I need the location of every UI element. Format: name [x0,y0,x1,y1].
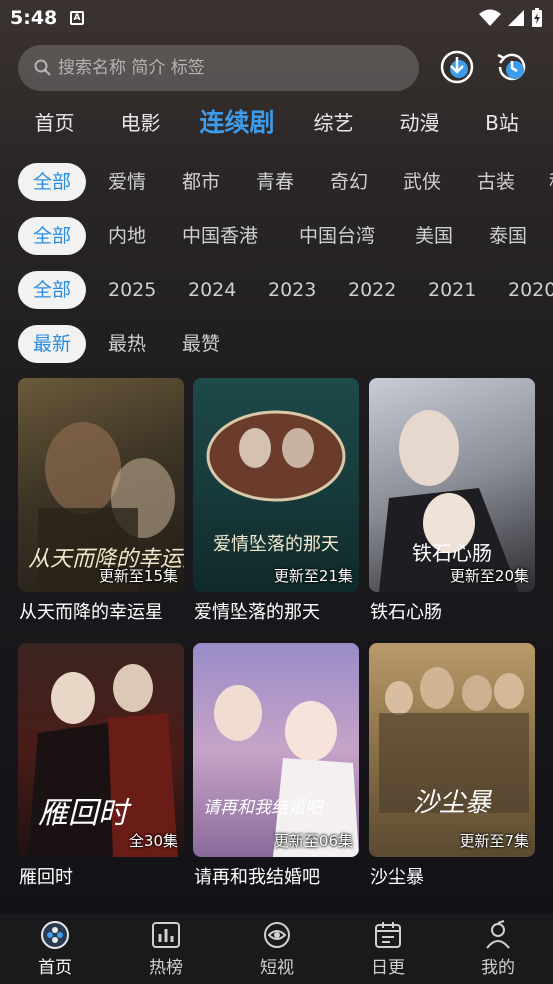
status-time: 5:48 [10,7,58,29]
tab-anime[interactable]: 动漫 [397,100,442,146]
series-title: 铁石心肠 [370,602,442,623]
nav-label: 日更 [371,958,405,978]
series-title: 爱情坠落的那天 [194,602,320,623]
home-icon [41,921,69,949]
poster-art: 请再和我结婚吧 [203,685,359,857]
tab-variety[interactable]: 综艺 [311,100,356,146]
series-title: 沙尘暴 [370,867,424,888]
poster-image[interactable]: 从天而降的幸运星 更新至15集 [18,378,184,592]
year-chip[interactable]: 2024 [188,271,236,309]
episode-badge: 更新至15集 [98,567,178,585]
year-chip-all[interactable]: 全部 [18,271,87,309]
nav-home[interactable]: 首页 [20,920,90,978]
region-chip[interactable]: 中国香港 [182,217,258,255]
series-card[interactable]: 从天而降的幸运星 更新至15集 从天而降的幸运星 [18,378,184,623]
notification-a-icon: A [70,11,84,25]
nav-label: 短视 [260,958,294,978]
region-chip[interactable]: 内地 [108,217,146,255]
search-icon [34,59,51,76]
region-filter-row: 全部 内地 中国香港 中国台湾 美国 泰国 [0,217,553,255]
episode-badge: 更新至7集 [459,832,529,850]
nav-label: 我的 [481,958,515,978]
nav-hot-chart[interactable]: 热榜 [131,920,201,978]
download-icon[interactable] [439,49,475,85]
poster-title-text: 雁回时 [38,796,132,831]
nav-label: 热榜 [149,958,183,978]
series-card[interactable]: 雁回时 全30集 雁回时 [18,643,184,888]
search-input[interactable] [58,58,398,78]
tab-bilibili[interactable]: B站 [482,100,522,146]
series-title: 请再和我结婚吧 [194,867,320,888]
genre-chip[interactable]: 武侠 [403,163,441,201]
genre-chip[interactable]: 青春 [256,163,294,201]
calendar-icon [375,922,401,948]
episode-badge: 更新至21集 [273,567,353,585]
poster-art: 爱情坠落的那天 [206,410,346,555]
poster-image[interactable]: 雁回时 全30集 [18,643,184,857]
history-icon[interactable] [494,49,530,85]
episode-badge: 更新至06集 [273,832,353,850]
battery-icon [532,8,542,27]
wifi-icon [479,9,501,26]
episode-badge: 更新至20集 [449,567,529,585]
poster-image[interactable]: 请再和我结婚吧 更新至06集 [193,643,359,857]
poster-title-text: 沙尘暴 [413,788,493,818]
sort-chip-hottest[interactable]: 最热 [108,325,146,363]
nav-daily-update[interactable]: 日更 [353,920,423,978]
region-chip[interactable]: 美国 [415,217,453,255]
status-bar: 5:48 A [0,0,553,38]
poster-title-text: 爱情坠落的那天 [213,534,339,555]
poster-art: 从天而降的幸运星 [28,422,184,592]
region-chip[interactable]: 泰国 [489,217,527,255]
tab-series[interactable]: 连续剧 [193,100,281,146]
nav-short-video[interactable]: 短视 [242,920,312,978]
year-chip[interactable]: 2020 [508,271,553,309]
genre-chip[interactable]: 都市 [182,163,220,201]
poster-title-text: 请再和我结婚吧 [203,798,325,818]
year-filter-row: 全部 2025 2024 2023 2022 2021 2020 [0,271,553,309]
year-chip[interactable]: 2025 [108,271,156,309]
short-video-icon [264,922,290,948]
region-chip[interactable]: 中国台湾 [299,217,375,255]
genre-filter-row: 全部 爱情 都市 青春 奇幻 武侠 古装 科 [0,163,553,201]
genre-chip-all[interactable]: 全部 [18,163,87,201]
nav-profile[interactable]: 我的 [463,920,533,978]
poster-art: 雁回时 [28,664,178,857]
poster-image[interactable]: 爱情坠落的那天 更新至21集 [193,378,359,592]
year-chip[interactable]: 2023 [268,271,316,309]
year-chip[interactable]: 2022 [348,271,396,309]
sort-filter-row: 最新 最热 最赞 [0,325,553,363]
signal-icon [508,10,524,26]
genre-chip[interactable]: 科 [549,163,553,201]
tab-movie[interactable]: 电影 [118,100,163,146]
main-tabs: 首页 电影 连续剧 综艺 动漫 B站 [0,100,553,146]
poster-image[interactable]: 沙尘暴 更新至7集 [369,643,535,857]
profile-icon [486,920,510,949]
chart-icon [152,922,180,948]
search-bar[interactable] [18,45,419,91]
series-card[interactable]: 沙尘暴 更新至7集 沙尘暴 [369,643,535,888]
poster-title-text: 铁石心肠 [412,541,492,565]
series-title: 雁回时 [19,867,73,888]
poster-art: 铁石心肠 [379,410,519,592]
region-chip-all[interactable]: 全部 [18,217,87,255]
tab-home[interactable]: 首页 [32,100,77,146]
episode-badge: 全30集 [128,832,178,850]
status-icons [479,8,543,28]
nav-label: 首页 [38,958,72,978]
series-card[interactable]: 铁石心肠 更新至20集 铁石心肠 [369,378,535,623]
sort-chip-most-liked[interactable]: 最赞 [182,325,220,363]
year-chip[interactable]: 2021 [428,271,476,309]
genre-chip[interactable]: 古装 [477,163,515,201]
poster-image[interactable]: 铁石心肠 更新至20集 [369,378,535,592]
bottom-nav: 首页 热榜 短视 日更 我的 [0,914,553,984]
series-card[interactable]: 请再和我结婚吧 更新至06集 请再和我结婚吧 [193,643,359,888]
series-card[interactable]: 爱情坠落的那天 更新至21集 爱情坠落的那天 [193,378,359,623]
genre-chip[interactable]: 爱情 [108,163,146,201]
sort-chip-latest[interactable]: 最新 [18,325,87,363]
poster-art: 沙尘暴 [379,667,529,818]
series-title: 从天而降的幸运星 [19,602,163,623]
genre-chip[interactable]: 奇幻 [330,163,368,201]
